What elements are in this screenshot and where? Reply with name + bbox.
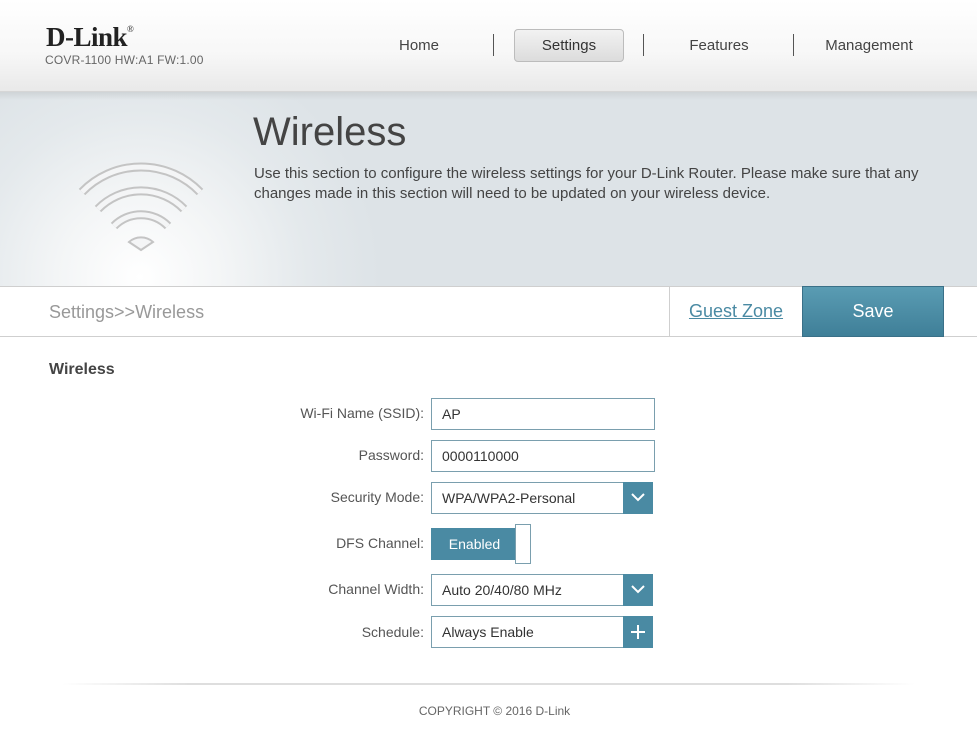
breadcrumb: Settings>>Wireless (49, 302, 205, 322)
model-info: COVR-1100 HW:A1 FW:1.00 (45, 53, 204, 67)
dfs-channel-toggle-state: Enabled (431, 528, 518, 560)
nav-separator (643, 34, 644, 56)
schedule-select[interactable]: Always Enable (431, 616, 653, 648)
nav-separator (793, 34, 794, 56)
section-title: Wireless (49, 361, 115, 378)
chevron-down-icon (631, 493, 645, 502)
toggle-knob[interactable] (515, 524, 531, 564)
schedule-add-button[interactable] (623, 616, 653, 648)
security-mode-dropdown-button[interactable] (623, 482, 653, 514)
channel-width-dropdown-button[interactable] (623, 574, 653, 606)
security-mode-select[interactable]: WPA/WPA2-Personal (431, 482, 653, 514)
save-button[interactable]: Save (802, 286, 944, 337)
action-bar: Settings>>Wireless Guest Zone Save (0, 286, 977, 337)
footer-divider (62, 683, 915, 685)
channel-width-select[interactable]: Auto 20/40/80 MHz (431, 574, 653, 606)
plus-icon (631, 625, 645, 639)
nav-home[interactable]: Home (372, 29, 466, 62)
page-title: Wireless (253, 110, 407, 154)
guest-zone-link[interactable]: Guest Zone (669, 286, 803, 337)
nav-separator (493, 34, 494, 56)
wifi-icon (78, 162, 204, 252)
nav-management[interactable]: Management (812, 29, 926, 62)
page-description: Use this section to configure the wirele… (254, 165, 919, 202)
dlink-logo: D-Link® (46, 22, 134, 52)
ssid-input[interactable]: AP (431, 398, 655, 430)
security-mode-label: Security Mode: (330, 489, 424, 505)
channel-width-label: Channel Width: (328, 581, 424, 597)
password-input[interactable]: 0000110000 (431, 440, 655, 472)
chevron-down-icon (631, 585, 645, 594)
hero-banner: Wireless Use this section to configure t… (0, 92, 977, 286)
header: D-Link® COVR-1100 HW:A1 FW:1.00 Home Set… (0, 0, 977, 92)
nav-features[interactable]: Features (668, 29, 770, 62)
copyright: COPYRIGHT © 2016 D-Link (418, 704, 571, 718)
schedule-label: Schedule: (361, 624, 424, 640)
ssid-label: Wi-Fi Name (SSID): (300, 405, 424, 421)
nav-settings[interactable]: Settings (514, 29, 624, 62)
schedule-value: Always Enable (442, 624, 534, 640)
password-label: Password: (358, 447, 424, 463)
hero-shadow (0, 92, 977, 100)
dfs-channel-label: DFS Channel: (336, 535, 424, 551)
channel-width-value: Auto 20/40/80 MHz (442, 582, 562, 598)
security-mode-value: WPA/WPA2-Personal (442, 490, 576, 506)
dfs-channel-toggle[interactable]: Enabled (431, 524, 531, 564)
